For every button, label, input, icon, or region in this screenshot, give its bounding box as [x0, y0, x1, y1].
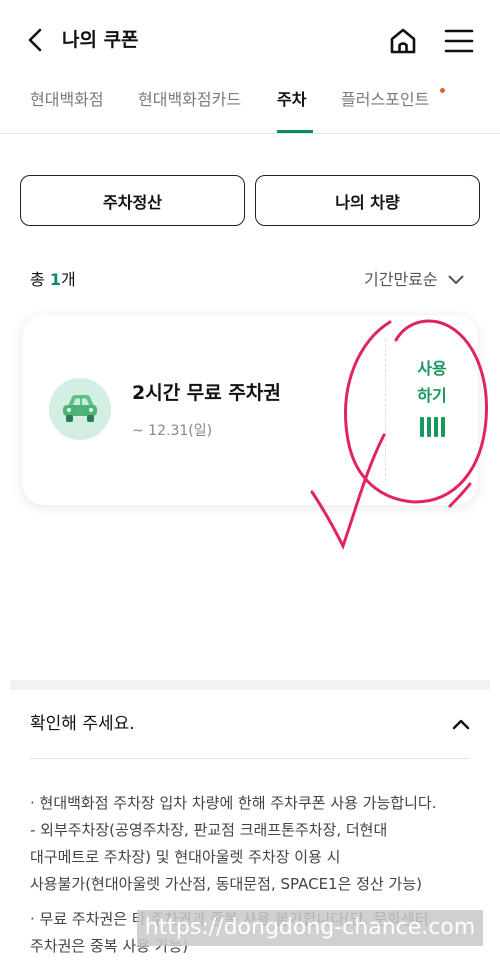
tab-hyundai-department-store[interactable]: 현대백화점 — [30, 88, 104, 112]
new-badge-dot — [440, 88, 445, 93]
tab-hyundai-card[interactable]: 현대백화점카드 — [138, 88, 241, 112]
coupon-title: 2시간 무료 주차권 — [132, 382, 281, 404]
coupon-count: 총 1개 — [30, 268, 76, 292]
count-number: 1 — [49, 270, 61, 289]
count-suffix: 개 — [60, 270, 76, 289]
active-tab-indicator — [277, 130, 313, 133]
tab-plus-point[interactable]: 플러스포인트 — [341, 88, 429, 112]
use-coupon-label: 사용하기 — [417, 359, 447, 405]
parking-payment-button[interactable]: 주차정산 — [20, 175, 245, 226]
notice-separator — [30, 758, 470, 759]
coupon-expiry: ~ 12.31(일) — [132, 423, 213, 439]
use-coupon-button[interactable]: 사용하기 — [394, 355, 470, 465]
home-icon[interactable] — [388, 26, 418, 56]
notice-line: - 외부주차장(공영주차장, 판교점 크래프톤주차장, 더현대 — [30, 821, 388, 839]
coupon-divider — [385, 339, 386, 481]
coupon-tabs: 현대백화점 현대백화점카드 주차 플러스포인트 — [0, 80, 500, 134]
app-header: 나의 쿠폰 — [0, 0, 500, 80]
car-icon — [49, 378, 111, 440]
notice-title: 확인해 주세요. — [30, 714, 135, 734]
notice-line: · 현대백화점 주차장 입차 차량에 한해 주차쿠폰 사용 가능합니다. — [30, 794, 437, 812]
notice-line: 대구메트로 주차장) 및 현대아울렛 주차장 이용 시 — [30, 848, 341, 866]
hamburger-menu-icon[interactable] — [444, 28, 474, 54]
section-divider — [10, 680, 490, 690]
notice-line: 사용불가(현대아울렛 가산점, 동대문점, SPACE1은 정산 가능) — [30, 875, 422, 893]
chevron-down-icon — [448, 275, 464, 284]
sort-dropdown[interactable]: 기간만료순 — [364, 268, 464, 292]
chevron-up-icon[interactable] — [450, 713, 472, 735]
page-title: 나의 쿠폰 — [62, 29, 139, 51]
sort-label: 기간만료순 — [364, 270, 438, 289]
count-prefix: 총 — [30, 270, 50, 289]
watermark: https://dongdong-chance.com — [137, 910, 483, 946]
barcode-icon — [419, 417, 445, 437]
tab-parking[interactable]: 주차 — [277, 88, 306, 112]
my-vehicle-button[interactable]: 나의 차량 — [255, 175, 480, 226]
back-arrow-icon[interactable] — [22, 26, 50, 54]
coupon-card: 2시간 무료 주차권 ~ 12.31(일) 사용하기 — [22, 315, 478, 505]
